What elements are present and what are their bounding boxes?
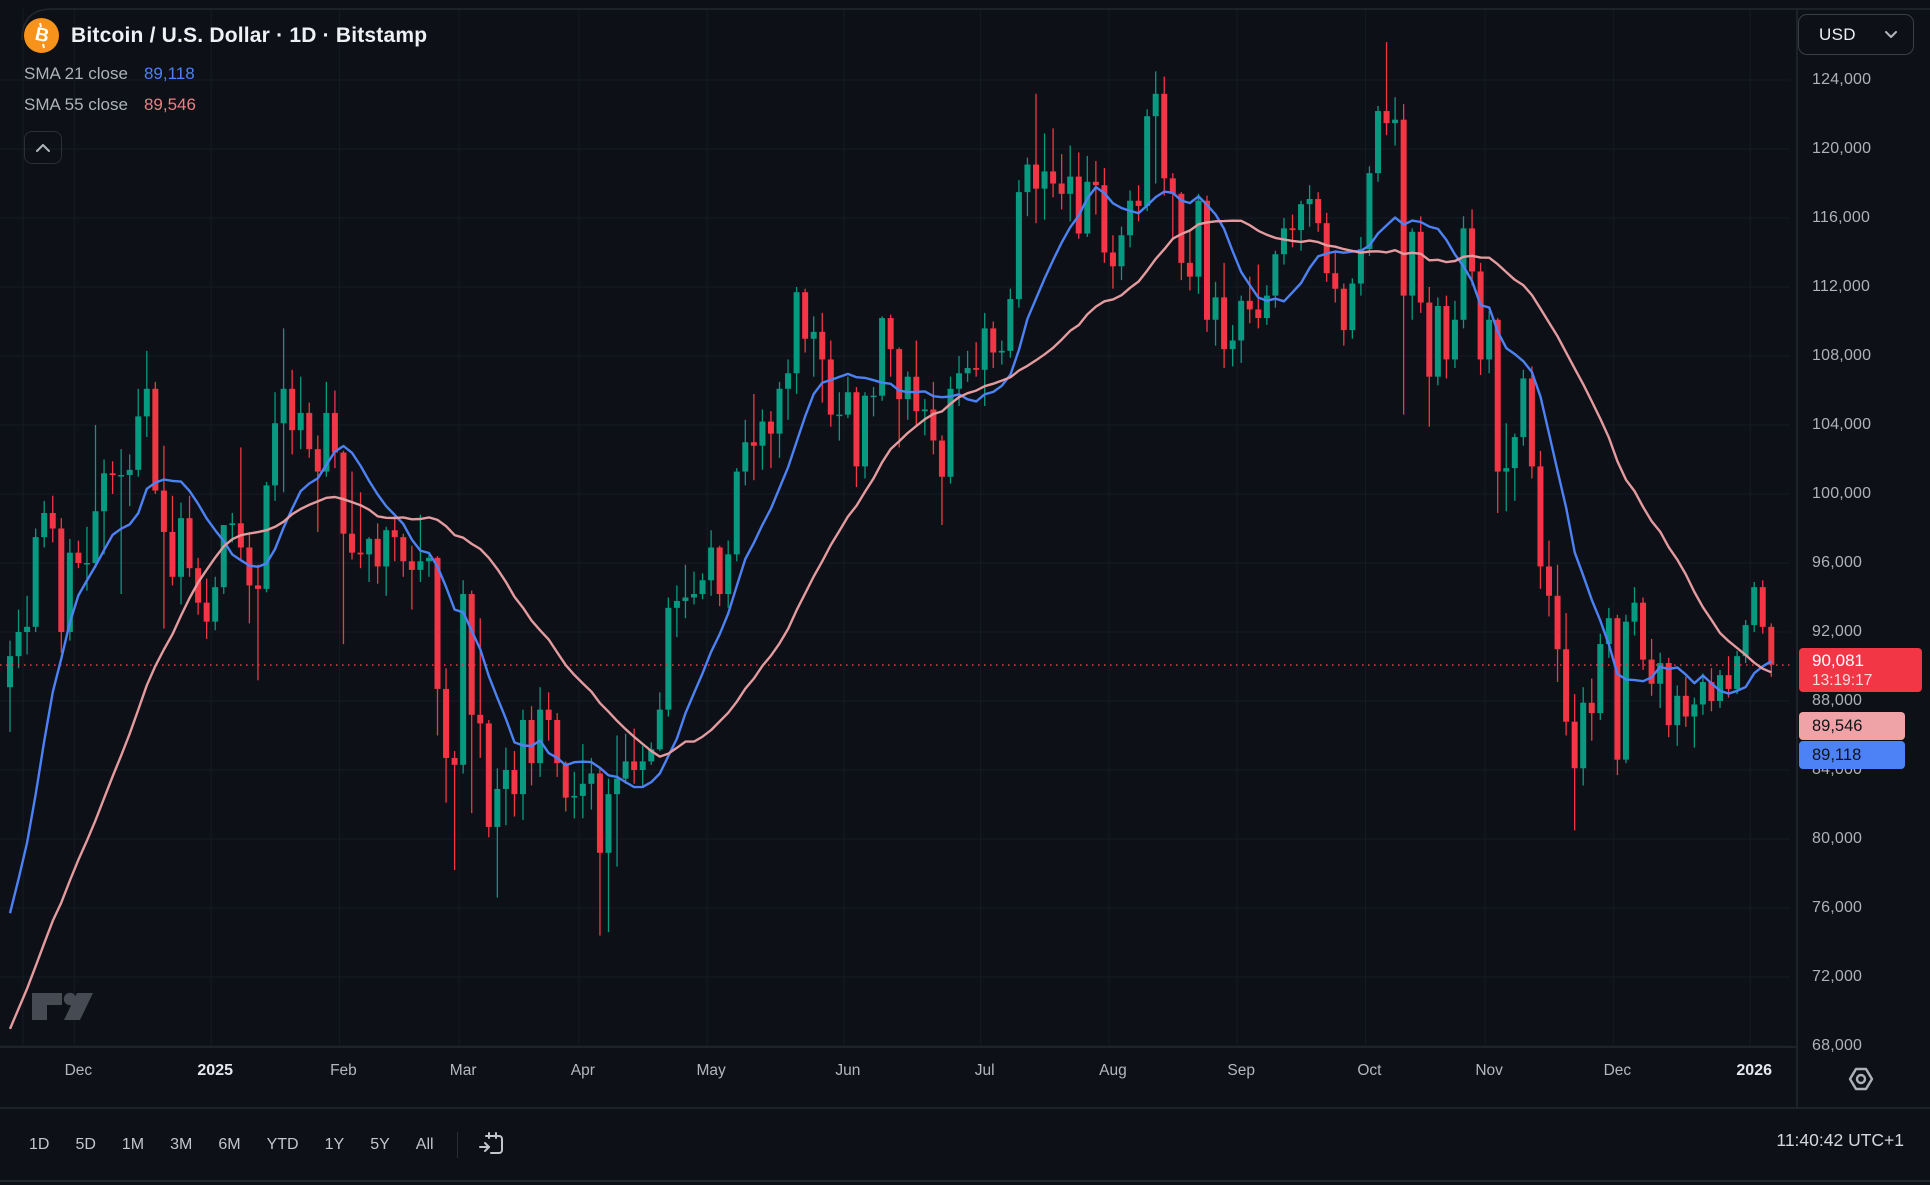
price-tick-label: 112,000 — [1812, 278, 1870, 296]
indicator-sma55-value: 89,546 — [144, 95, 196, 115]
price-tick-label: 100,000 — [1812, 485, 1871, 503]
range-button-ytd[interactable]: YTD — [254, 1128, 312, 1162]
time-tick-label[interactable]: Feb — [330, 1062, 357, 1080]
panel-borders — [0, 9, 1930, 1181]
collapse-legend-button[interactable] — [24, 131, 62, 164]
time-tick-label[interactable]: Oct — [1357, 1062, 1381, 1080]
bitcoin-icon: B — [24, 18, 59, 53]
indicator-sma21-value: 89,118 — [144, 64, 195, 84]
price-tick-label: 116,000 — [1812, 209, 1870, 227]
range-buttons: 1D5D1M3M6MYTD1Y5YAll — [16, 1128, 447, 1162]
indicator-sma55-label: SMA 55 close — [24, 95, 128, 115]
time-tick-label[interactable]: 2026 — [1736, 1062, 1772, 1080]
currency-selector[interactable]: USD — [1798, 14, 1914, 55]
bar-countdown: 13:19:17 — [1812, 671, 1922, 690]
price-tick-label: 92,000 — [1812, 623, 1862, 641]
time-tick-label[interactable]: Jun — [835, 1062, 860, 1080]
price-tick-label: 80,000 — [1812, 830, 1862, 848]
sma21-line[interactable] — [10, 187, 1771, 913]
range-button-all[interactable]: All — [403, 1128, 447, 1162]
time-tick-label[interactable]: Aug — [1099, 1062, 1127, 1080]
price-tick-label: 120,000 — [1812, 140, 1871, 158]
time-tick-label[interactable]: May — [696, 1062, 725, 1080]
toolbar-divider — [457, 1132, 458, 1158]
indicator-sma21[interactable]: SMA 21 close 89,118 — [24, 64, 427, 84]
sma21-price-badge: 89,118 — [1799, 741, 1905, 769]
range-button-1d[interactable]: 1D — [16, 1128, 62, 1162]
last-price-value: 90,081 — [1812, 650, 1922, 671]
time-tick-label[interactable]: Sep — [1227, 1062, 1255, 1080]
price-tick-label: 68,000 — [1812, 1037, 1862, 1055]
range-button-3m[interactable]: 3M — [157, 1128, 205, 1162]
range-button-6m[interactable]: 6M — [205, 1128, 253, 1162]
tradingview-logo[interactable] — [30, 990, 96, 1024]
price-scale-settings-gear-icon[interactable] — [1845, 1063, 1877, 1095]
range-button-5y[interactable]: 5Y — [357, 1128, 403, 1162]
calendar-arrow-icon — [478, 1131, 505, 1158]
range-button-1y[interactable]: 1Y — [312, 1128, 358, 1162]
time-tick-label[interactable]: Mar — [450, 1062, 477, 1080]
time-tick-label[interactable]: 2025 — [197, 1062, 233, 1080]
time-tick-label[interactable]: Apr — [571, 1062, 595, 1080]
chart-legend: B Bitcoin / U.S. Dollar · 1D · Bitstamp … — [24, 18, 427, 164]
price-tick-label: 88,000 — [1812, 692, 1862, 710]
last-price-badge: 90,081 13:19:17 — [1799, 648, 1922, 692]
chart-canvas[interactable] — [0, 0, 1930, 1185]
chevron-down-icon — [1885, 31, 1897, 39]
indicator-sma21-label: SMA 21 close — [24, 64, 128, 84]
price-tick-label: 76,000 — [1812, 899, 1862, 917]
time-tick-label[interactable]: Dec — [1604, 1062, 1632, 1080]
sma55-price-badge: 89,546 — [1799, 712, 1905, 740]
bottom-toolbar: 1D5D1M3M6MYTD1Y5YAll — [0, 1109, 1930, 1180]
symbol-title[interactable]: Bitcoin / U.S. Dollar · 1D · Bitstamp — [71, 24, 427, 48]
time-tick-label[interactable]: Dec — [65, 1062, 93, 1080]
time-tick-label[interactable]: Jul — [975, 1062, 995, 1080]
range-button-1m[interactable]: 1M — [109, 1128, 157, 1162]
price-tick-label: 124,000 — [1812, 71, 1871, 89]
price-tick-label: 104,000 — [1812, 416, 1871, 434]
range-button-5d[interactable]: 5D — [62, 1128, 108, 1162]
candles[interactable] — [7, 42, 1774, 936]
bitcoin-icon-ticks — [24, 18, 59, 53]
price-tick-label: 96,000 — [1812, 554, 1862, 572]
chevron-up-icon — [36, 144, 50, 152]
currency-selector-value: USD — [1819, 25, 1856, 45]
session-clock[interactable]: 11:40:42 UTC+1 — [1776, 1130, 1904, 1151]
chart-window: B Bitcoin / U.S. Dollar · 1D · Bitstamp … — [0, 0, 1930, 1185]
indicator-sma55[interactable]: SMA 55 close 89,546 — [24, 95, 427, 115]
price-tick-label: 108,000 — [1812, 347, 1871, 365]
time-tick-label[interactable]: Nov — [1475, 1062, 1503, 1080]
go-to-date-button[interactable] — [468, 1127, 515, 1162]
price-tick-label: 72,000 — [1812, 968, 1862, 986]
